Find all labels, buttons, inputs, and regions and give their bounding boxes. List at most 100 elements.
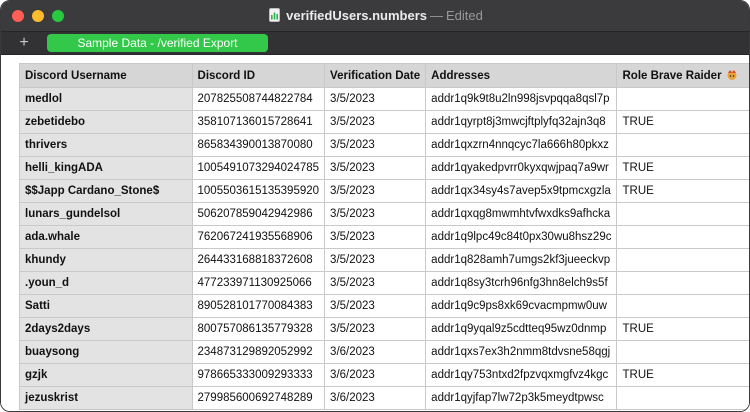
username-cell[interactable]: lunars_gundelsol xyxy=(19,202,193,226)
role-cell[interactable] xyxy=(616,271,749,295)
column-header[interactable]: Discord ID xyxy=(191,63,326,88)
address-cell[interactable]: addr1q9k9t8u2ln998jsvpqqa8qsl7p xyxy=(425,87,618,111)
discord-id-cell[interactable]: 279985600692748289 xyxy=(191,386,326,410)
verification-date-cell[interactable]: 3/6/2023 xyxy=(324,386,427,410)
username-cell[interactable]: gzjk xyxy=(19,363,193,387)
raider-emoji-icon xyxy=(727,70,737,80)
address-cell[interactable]: addr1q9c9ps8xk69cvacmpmw0uw xyxy=(425,294,618,318)
address-cell[interactable]: addr1q9yqal9z5cdtteq95wz0dnmp xyxy=(425,317,618,341)
table-row: buaysong 234873129892052992 3/6/2023 addr1q… xyxy=(19,340,749,364)
app-window: verifiedUsers.numbers — Edited + Sample Da… xyxy=(0,0,750,412)
table-row: Satti 890528101770084383 3/5/2023 addr1q9c9… xyxy=(19,294,749,318)
username-cell[interactable]: $$Japp Cardano_Stone$ xyxy=(19,179,193,203)
discord-id-cell[interactable]: 1005503615135395920 xyxy=(191,179,326,203)
role-cell[interactable] xyxy=(616,386,749,410)
address-cell[interactable]: addr1q9lpc49c84t0px30wu8hsz29c xyxy=(425,225,618,249)
discord-id-cell[interactable]: 358107136015728641 xyxy=(191,110,326,134)
window-title: verifiedUsers.numbers — Edited xyxy=(1,7,749,25)
verification-date-cell[interactable]: 3/5/2023 xyxy=(324,87,427,111)
title-bar: verifiedUsers.numbers — Edited xyxy=(1,1,749,31)
username-cell[interactable]: thrivers xyxy=(19,133,193,157)
username-cell[interactable]: jezuskrist xyxy=(19,386,193,410)
verification-date-cell[interactable]: 3/5/2023 xyxy=(324,317,427,341)
column-header-label: Role Brave Raider xyxy=(622,70,722,82)
table-row: $$Japp Cardano_Stone$ 1005503615135395920… xyxy=(19,179,749,203)
address-cell[interactable]: addr1qyjfap7lw72p3k5meydtpwsc xyxy=(425,386,618,410)
username-cell[interactable]: khundy xyxy=(19,248,193,272)
role-cell[interactable]: TRUE xyxy=(616,363,749,387)
verification-date-cell[interactable]: 3/5/2023 xyxy=(324,248,427,272)
sheet-tab-active[interactable]: Sample Data - /verified Export xyxy=(47,34,268,52)
column-header[interactable]: Discord Username xyxy=(19,63,193,88)
role-cell[interactable] xyxy=(616,202,749,226)
verification-date-cell[interactable]: 3/5/2023 xyxy=(324,294,427,318)
role-cell[interactable] xyxy=(616,294,749,318)
username-cell[interactable]: .youn_d xyxy=(19,271,193,295)
table-row: helli_kingADA 1005491073294024785 3/5/2023… xyxy=(19,156,749,180)
edited-status: Edited xyxy=(446,8,483,23)
role-cell[interactable]: TRUE xyxy=(616,156,749,180)
header-row: Discord Username Discord ID Verification… xyxy=(19,63,749,88)
table-row: medlol 207825508744822784 3/5/2023 addr1q9k… xyxy=(19,87,749,111)
discord-id-cell[interactable]: 506207859042942986 xyxy=(191,202,326,226)
role-cell[interactable]: TRUE xyxy=(616,317,749,341)
column-header-role[interactable]: Role Brave Raider xyxy=(616,63,749,88)
table-row: ada.whale 762067241935568906 3/5/2023 addr1… xyxy=(19,225,749,249)
role-cell[interactable] xyxy=(616,87,749,111)
verification-date-cell[interactable]: 3/5/2023 xyxy=(324,225,427,249)
address-cell[interactable]: addr1qyakedpvrr0kyxqwjpaq7a9wr xyxy=(425,156,618,180)
verification-date-cell[interactable]: 3/5/2023 xyxy=(324,179,427,203)
verification-date-cell[interactable]: 3/5/2023 xyxy=(324,156,427,180)
username-cell[interactable]: 2days2days xyxy=(19,317,193,341)
column-header[interactable]: Verification Date xyxy=(324,63,427,88)
verification-date-cell[interactable]: 3/5/2023 xyxy=(324,271,427,295)
add-sheet-button[interactable]: + xyxy=(15,33,33,53)
username-cell[interactable]: zebetidebo xyxy=(19,110,193,134)
address-cell[interactable]: addr1qx34sy4s7avep5x9tpmcxgzla xyxy=(425,179,618,203)
discord-id-cell[interactable]: 264433168818372608 xyxy=(191,248,326,272)
address-cell[interactable]: addr1q828amh7umgs2kf3jueeckvp xyxy=(425,248,618,272)
username-cell[interactable]: helli_kingADA xyxy=(19,156,193,180)
discord-id-cell[interactable]: 800757086135779328 xyxy=(191,317,326,341)
address-cell[interactable]: addr1qy753ntxd2fpzvqxmgfvz4kgc xyxy=(425,363,618,387)
verification-date-cell[interactable]: 3/6/2023 xyxy=(324,363,427,387)
address-cell[interactable]: addr1qxs7ex3h2nmm8tdvsne58qgj xyxy=(425,340,618,364)
title-separator: — xyxy=(430,8,444,23)
discord-id-cell[interactable]: 477233971130925066 xyxy=(191,271,326,295)
sheet-tab-bar: + Sample Data - /verified Export xyxy=(1,31,749,55)
username-cell[interactable]: Satti xyxy=(19,294,193,318)
discord-id-cell[interactable]: 1005491073294024785 xyxy=(191,156,326,180)
username-cell[interactable]: ada.whale xyxy=(19,225,193,249)
discord-id-cell[interactable]: 234873129892052992 xyxy=(191,340,326,364)
address-cell[interactable]: addr1q8sy3tcrh96nfg3hn8elch9s5f xyxy=(425,271,618,295)
table-row: .youn_d 477233971130925066 3/5/2023 addr1q8… xyxy=(19,271,749,295)
table-row: lunars_gundelsol 506207859042942986 3/5/20… xyxy=(19,202,749,226)
verification-date-cell[interactable]: 3/5/2023 xyxy=(324,110,427,134)
verification-date-cell[interactable]: 3/5/2023 xyxy=(324,133,427,157)
address-cell[interactable]: addr1qyrpt8j3mwcjftplyfq32ajn3q8 xyxy=(425,110,618,134)
discord-id-cell[interactable]: 865834390013870080 xyxy=(191,133,326,157)
address-cell[interactable]: addr1qxzrn4nnqcyc7la666h80pkxz xyxy=(425,133,618,157)
data-table: Discord Username Discord ID Verification… xyxy=(19,63,749,410)
discord-id-cell[interactable]: 890528101770084383 xyxy=(191,294,326,318)
address-cell[interactable]: addr1qxqg8mwmhtvfwxdks9afhcka xyxy=(425,202,618,226)
role-cell[interactable] xyxy=(616,133,749,157)
role-cell[interactable]: TRUE xyxy=(616,110,749,134)
column-header[interactable]: Addresses xyxy=(425,63,618,88)
role-cell[interactable]: TRUE xyxy=(616,179,749,203)
username-cell[interactable]: medlol xyxy=(19,87,193,111)
discord-id-cell[interactable]: 762067241935568906 xyxy=(191,225,326,249)
sheet-canvas: Discord Username Discord ID Verification… xyxy=(1,56,749,411)
role-cell[interactable] xyxy=(616,248,749,272)
table-row: gzjk 978665333009293333 3/6/2023 addr1qy753… xyxy=(19,363,749,387)
username-cell[interactable]: buaysong xyxy=(19,340,193,364)
verification-date-cell[interactable]: 3/5/2023 xyxy=(324,202,427,226)
role-cell[interactable] xyxy=(616,225,749,249)
role-cell[interactable] xyxy=(616,340,749,364)
document-filename: verifiedUsers.numbers xyxy=(286,8,428,23)
verification-date-cell[interactable]: 3/6/2023 xyxy=(324,340,427,364)
discord-id-cell[interactable]: 207825508744822784 xyxy=(191,87,326,111)
table-row: thrivers 865834390013870080 3/5/2023 addr1q… xyxy=(19,133,749,157)
table-row: zebetidebo 358107136015728641 3/5/2023 addr… xyxy=(19,110,749,134)
discord-id-cell[interactable]: 978665333009293333 xyxy=(191,363,326,387)
